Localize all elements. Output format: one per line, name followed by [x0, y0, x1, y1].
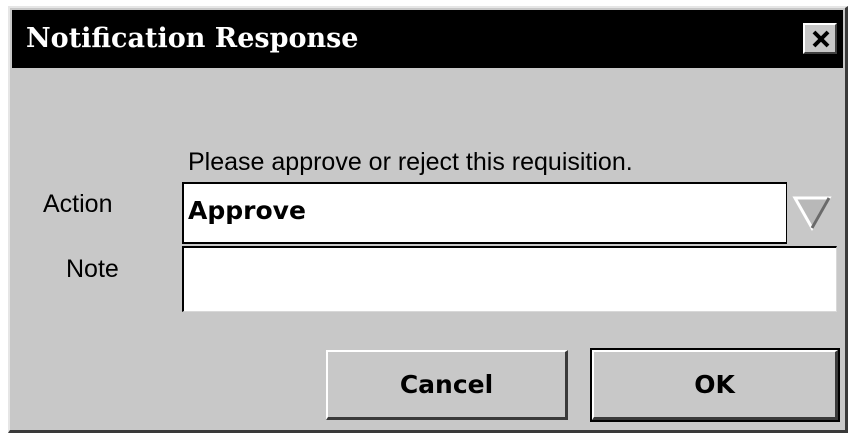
- action-select[interactable]: Approve: [182, 182, 787, 244]
- close-button[interactable]: [803, 23, 837, 54]
- close-x-icon: [812, 30, 830, 48]
- triangle-down-icon: [792, 196, 832, 231]
- ok-button[interactable]: OK: [590, 348, 840, 422]
- instruction-text: Please approve or reject this requisitio…: [188, 148, 633, 176]
- action-dropdown-button[interactable]: [788, 183, 838, 243]
- note-label: Note: [66, 255, 119, 283]
- notification-response-dialog: Notification Response Please approve or …: [8, 6, 848, 433]
- window-title: Notification Response: [26, 23, 359, 54]
- note-field[interactable]: [182, 246, 837, 312]
- action-selected-value: Approve: [188, 196, 306, 225]
- cancel-button[interactable]: Cancel: [326, 350, 568, 420]
- action-label: Action: [43, 190, 113, 218]
- title-bar: Notification Response: [12, 10, 843, 68]
